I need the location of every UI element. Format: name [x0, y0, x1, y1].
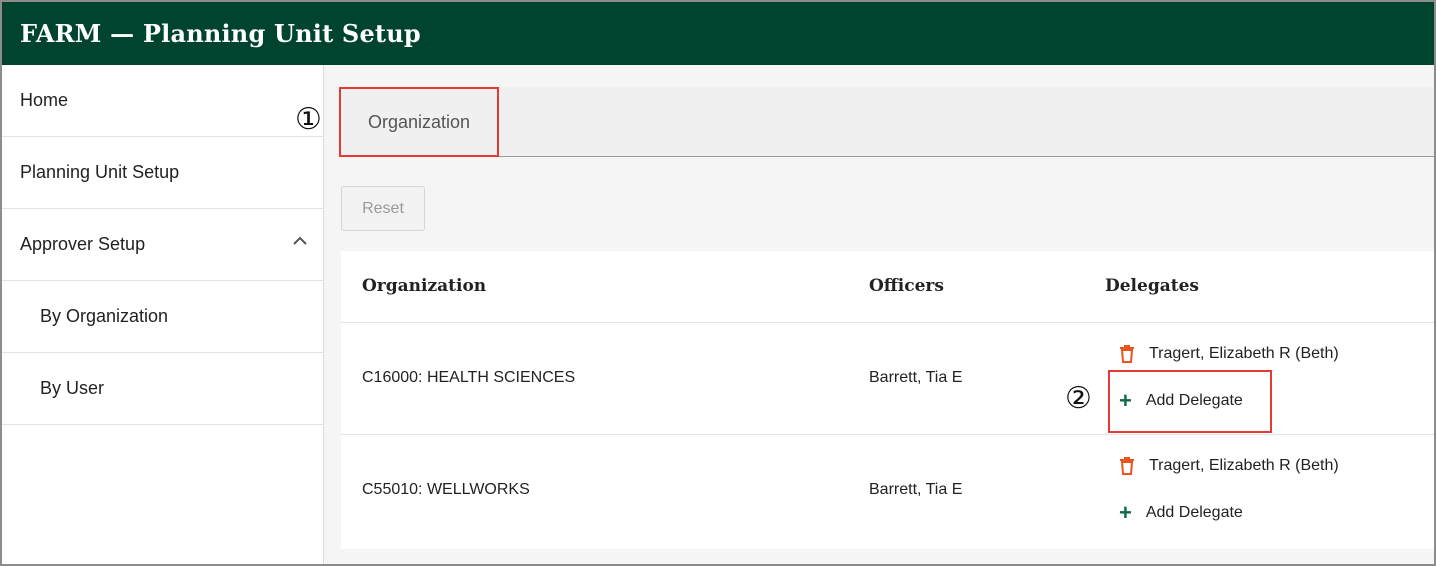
add-delegate-label: Add Delegate	[1145, 504, 1243, 521]
sidebar: Home Planning Unit Setup Approver Setup …	[2, 65, 324, 564]
delegate-name: Tragert, Elizabeth R (Beth)	[1149, 345, 1339, 362]
sidebar-item-label: By User	[40, 378, 105, 398]
main-content: Organization ① Reset Organization Office…	[295, 65, 1434, 564]
annotation-highlight-box	[1108, 370, 1272, 433]
officer-cell: Barrett, Tia E	[869, 369, 963, 386]
sidebar-item-by-organization[interactable]: By Organization	[2, 281, 323, 353]
app-window: FARM — Planning Unit Setup Home Planning…	[0, 0, 1436, 566]
delegate-entry: Tragert, Elizabeth R (Beth)	[1119, 457, 1339, 475]
annotation-marker-1: ①	[295, 102, 322, 137]
plus-icon: +	[1119, 500, 1132, 525]
column-header-officers: Officers	[869, 276, 944, 296]
sidebar-item-home[interactable]: Home	[2, 65, 323, 137]
sidebar-item-by-user[interactable]: By User	[2, 353, 323, 425]
table-row: C16000: HEALTH SCIENCES Barrett, Tia E T…	[341, 323, 1434, 435]
trash-icon[interactable]	[1119, 345, 1135, 363]
trash-icon[interactable]	[1119, 457, 1135, 475]
sidebar-item-label: Planning Unit Setup	[20, 162, 180, 182]
sidebar-item-label: Home	[20, 90, 69, 110]
top-bar: FARM — Planning Unit Setup	[2, 2, 1434, 65]
reset-button[interactable]: Reset	[341, 186, 425, 231]
app-title: FARM — Planning Unit Setup	[20, 19, 421, 48]
chevron-up-icon[interactable]	[293, 236, 307, 246]
tab-label: Organization	[367, 111, 471, 132]
organization-cell: C16000: HEALTH SCIENCES	[362, 369, 576, 386]
column-header-organization: Organization	[362, 276, 487, 296]
add-delegate-button[interactable]: + Add Delegate	[1119, 502, 1243, 524]
table-row: C55010: WELLWORKS Barrett, Tia E Tragert…	[341, 435, 1434, 547]
officer-cell: Barrett, Tia E	[869, 481, 963, 498]
delegate-entry: Tragert, Elizabeth R (Beth)	[1119, 345, 1339, 363]
tab-bar: Organization	[339, 87, 1434, 157]
annotation-marker-2: ②	[1065, 381, 1092, 416]
column-header-delegates: Delegates	[1105, 276, 1199, 296]
sidebar-item-planning-unit-setup[interactable]: Planning Unit Setup	[2, 137, 323, 209]
sidebar-item-label: Approver Setup	[20, 234, 146, 254]
sidebar-item-label: By Organization	[40, 306, 169, 326]
delegates-table: Organization Officers Delegates C16000: …	[341, 251, 1434, 549]
table-header: Organization Officers Delegates	[341, 251, 1434, 323]
delegate-name: Tragert, Elizabeth R (Beth)	[1149, 457, 1339, 474]
sidebar-item-approver-setup[interactable]: Approver Setup	[2, 209, 323, 281]
organization-cell: C55010: WELLWORKS	[362, 481, 530, 498]
tab-organization[interactable]: Organization	[339, 87, 499, 157]
